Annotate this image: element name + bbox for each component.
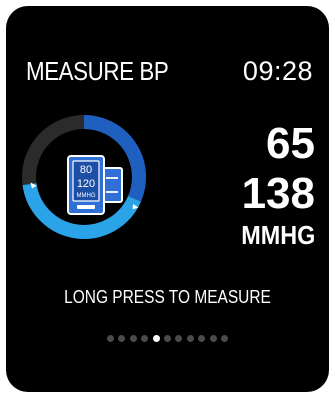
page-dot[interactable]	[129, 335, 137, 342]
reading-value-secondary: 138	[241, 169, 315, 218]
page-dot[interactable]	[141, 335, 149, 342]
icon-line-1: 80	[80, 164, 92, 176]
page-dot[interactable]	[186, 335, 194, 342]
watch-screen[interactable]: MEASURE BP 09:28 80 120 MMHG 65 138 MMHG…	[6, 6, 329, 392]
clock-time: 09:28	[242, 56, 313, 86]
icon-line-3: MMHG	[77, 193, 96, 199]
reading-unit: MMHG	[240, 220, 315, 250]
blood-pressure-monitor-glyph: 80 120 MMHG	[67, 155, 123, 215]
icon-line-2: 120	[77, 178, 95, 190]
page-dot[interactable]	[118, 335, 126, 342]
page-dot[interactable]	[175, 335, 183, 342]
page-dot-active[interactable]	[152, 335, 160, 342]
page-dot[interactable]	[220, 335, 228, 342]
page-dot[interactable]	[164, 335, 171, 342]
page-dot[interactable]	[198, 335, 206, 342]
page-indicator[interactable]	[6, 335, 329, 342]
page-dot[interactable]	[107, 335, 115, 342]
blood-pressure-monitor-icon: 80 120 MMHG	[66, 154, 126, 216]
page-dot[interactable]	[209, 335, 217, 342]
measure-hint: LONG PRESS TO MEASURE	[64, 287, 271, 307]
reading-value-primary: 65	[266, 119, 315, 168]
page-title: MEASURE BP	[26, 56, 169, 86]
